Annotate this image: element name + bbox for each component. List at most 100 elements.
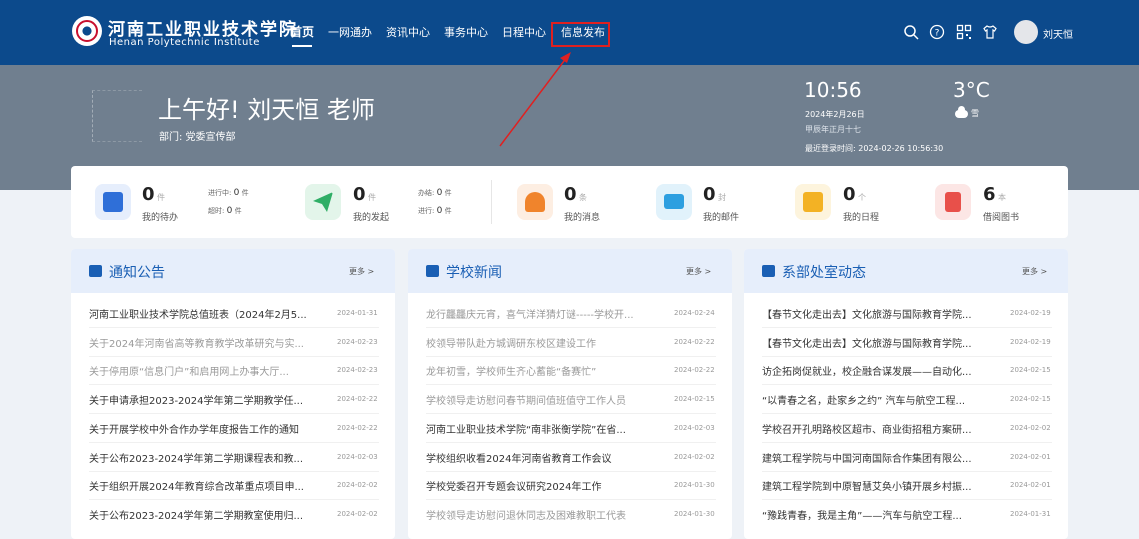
stat-initiated-unit: 件 [368, 193, 376, 202]
list-divider [426, 355, 716, 357]
list-divider [89, 355, 379, 357]
calendar-icon[interactable] [795, 184, 831, 220]
nav-info-publish-highlight [551, 22, 610, 47]
todo-doc-icon[interactable] [95, 184, 131, 220]
list-item-title[interactable]: “以青春之名，赴家乡之约” 汽车与航空工程... [762, 392, 996, 407]
list-item-title[interactable]: 学校领导走访慰问春节期间值班值守工作人员 [426, 392, 660, 407]
school-logo[interactable] [72, 16, 102, 46]
panel-news-more-link[interactable]: 更多 > [686, 266, 711, 277]
list-item-date: 2024-02-02 [1010, 423, 1051, 432]
trend-chart-icon [762, 265, 775, 277]
list-item-title[interactable]: 【春节文化走出去】文化旅游与国际教育学院... [762, 335, 996, 350]
list-item-date: 2024-02-01 [1010, 481, 1051, 490]
list-item-date: 2024-02-22 [337, 395, 378, 404]
announcement-icon [89, 265, 102, 277]
list-item-title[interactable]: 学校召开孔明路校区超市、商业街招租方案研... [762, 421, 996, 436]
stat-todo-count[interactable]: 0 [142, 184, 155, 205]
nav-home[interactable]: 首页 [290, 0, 314, 65]
search-icon[interactable] [903, 24, 919, 40]
list-divider [762, 384, 1052, 386]
list-item-title[interactable]: 关于开展学校中外合作办学年度报告工作的通知 [89, 421, 323, 436]
list-item-title[interactable]: 关于停用原“信息门户”和启用网上办事大厅... [89, 363, 323, 378]
list-item-title[interactable]: 关于组织开展2024年教育综合改革重点项目申... [89, 478, 323, 493]
list-item-title[interactable]: 龙年初雪，学校师生齐心蓄能“备赛忙” [426, 363, 660, 378]
user-avatar[interactable] [1014, 20, 1038, 44]
mail-icon[interactable] [656, 184, 692, 220]
list-item-title[interactable]: 学校党委召开专题会议研究2024年工作 [426, 478, 660, 493]
list-item-title[interactable]: 关于公布2023-2024学年第二学期教室使用归... [89, 507, 323, 522]
cloud-snow-icon [955, 106, 968, 118]
list-item-date: 2024-01-30 [674, 509, 715, 518]
panel-notices-title: 通知公告 [109, 265, 165, 281]
list-divider [762, 327, 1052, 328]
list-item-date: 2024-02-23 [337, 366, 378, 375]
list-item-date: 2024-02-03 [337, 452, 378, 461]
list-item-date: 2024-01-31 [1010, 509, 1051, 518]
stat-schedule-label[interactable]: 我的日程 [843, 210, 879, 223]
stat-initiated-ongoing: 进行: 0 件 [418, 206, 452, 216]
list-item-title[interactable]: 访企拓岗促就业，校企融合谋发展——自动化... [762, 363, 996, 378]
list-divider [426, 327, 716, 328]
panel-department-updates: 系部处室动态 更多 > 【春节文化走出去】文化旅游与国际教育学院... 2024-… [744, 249, 1068, 539]
stat-initiated-label[interactable]: 我的发起 [353, 210, 389, 223]
stats-bar: 0 件 我的待办 进行中: 0 件 超时: 0 件 0 件 我的发起 办结: 0… [71, 166, 1068, 238]
stat-books-label[interactable]: 借阅图书 [983, 210, 1019, 223]
weather-text: 雪 [971, 109, 979, 118]
panel-notices-header: 通知公告 更多 > [71, 249, 395, 293]
list-item-title[interactable]: 【春节文化走出去】文化旅游与国际教育学院... [762, 306, 996, 321]
department-text: 部门: 党委宣传部 [159, 132, 236, 143]
help-icon[interactable]: ? [929, 24, 945, 40]
stat-messages-label[interactable]: 我的消息 [564, 210, 600, 223]
list-item-title[interactable]: 关于2024年河南省高等教育教学改革研究与实... [89, 335, 323, 350]
banner-decoration [92, 90, 142, 142]
panel-notices-more-link[interactable]: 更多 > [349, 266, 374, 277]
clock-date: 2024年2月26日 [805, 110, 865, 119]
list-item-date: 2024-01-31 [337, 309, 378, 317]
nav-affairs-center[interactable]: 事务中心 [444, 0, 488, 65]
panel-notices: 通知公告 更多 > 河南工业职业技术学院总值班表（2024年2月5... 2024… [71, 249, 395, 539]
list-item-title[interactable]: 龙行龘龘庆元宵，喜气洋洋猜灯谜-----学校开... [426, 306, 660, 321]
list-item-date: 2024-02-22 [674, 366, 715, 375]
list-item-title[interactable]: 河南工业职业技术学院“南非张衡学院”在省... [426, 421, 660, 436]
stat-todo-label[interactable]: 我的待办 [142, 210, 178, 223]
list-divider [762, 441, 1052, 443]
list-item-date: 2024-02-15 [1010, 366, 1051, 375]
list-divider [89, 441, 379, 443]
nav-one-stop-service[interactable]: 一网通办 [328, 0, 372, 65]
stat-mail-label[interactable]: 我的邮件 [703, 210, 739, 223]
nav-info-center[interactable]: 资讯中心 [386, 0, 430, 65]
list-item-title[interactable]: 建筑工程学院到中原智慧艾奂小镇开展乡村振... [762, 478, 996, 493]
qrcode-icon[interactable] [956, 24, 972, 40]
stat-schedule-unit: 个 [858, 193, 866, 202]
stat-initiated-count[interactable]: 0 [353, 184, 366, 205]
list-divider [762, 355, 1052, 357]
stat-books-count[interactable]: 6 [983, 184, 996, 205]
list-item-title[interactable]: 校领导带队赴方城调研东校区建设工作 [426, 335, 660, 350]
list-divider [89, 384, 379, 386]
user-name[interactable]: 刘天恒 [1043, 26, 1073, 41]
list-item-date: 2024-02-15 [1010, 395, 1051, 404]
book-icon[interactable] [935, 184, 971, 220]
stat-initiated-done: 办结: 0 件 [418, 188, 452, 198]
tshirt-skin-icon[interactable] [982, 24, 998, 40]
stat-mail-unit: 封 [718, 193, 726, 202]
nav-schedule-center[interactable]: 日程中心 [502, 0, 546, 65]
list-item-title[interactable]: 河南工业职业技术学院总值班表（2024年2月5... [89, 306, 323, 321]
panel-department-updates-more-link[interactable]: 更多 > [1022, 266, 1047, 277]
bell-icon[interactable] [517, 184, 553, 220]
list-item-title[interactable]: 学校领导走访慰问退休同志及困难教职工代表 [426, 507, 660, 522]
list-item-title[interactable]: 学校组织收看2024年河南省教育工作会议 [426, 450, 660, 465]
send-plane-icon[interactable] [305, 184, 341, 220]
stat-messages-count[interactable]: 0 [564, 184, 577, 205]
list-divider [89, 413, 379, 415]
list-item-title[interactable]: 建筑工程学院与中国河南国际合作集团有限公... [762, 450, 996, 465]
list-item-title[interactable]: 关于公布2023-2024学年第二学期课程表和教... [89, 450, 323, 465]
stat-schedule-count[interactable]: 0 [843, 184, 856, 205]
top-header: 河南工业职业技术学院 Henan Polytechnic Institute 首… [0, 0, 1139, 65]
list-divider [89, 327, 379, 328]
list-item-title[interactable]: 关于申请承担2023-2024学年第二学期教学任... [89, 392, 323, 407]
list-item-title[interactable]: “豫践青春，我是主角”——汽车与航空工程... [762, 507, 996, 522]
school-name-en: Henan Polytechnic Institute [109, 37, 260, 48]
stat-todo-overdue: 超时: 0 件 [208, 206, 242, 216]
stat-mail-count[interactable]: 0 [703, 184, 716, 205]
